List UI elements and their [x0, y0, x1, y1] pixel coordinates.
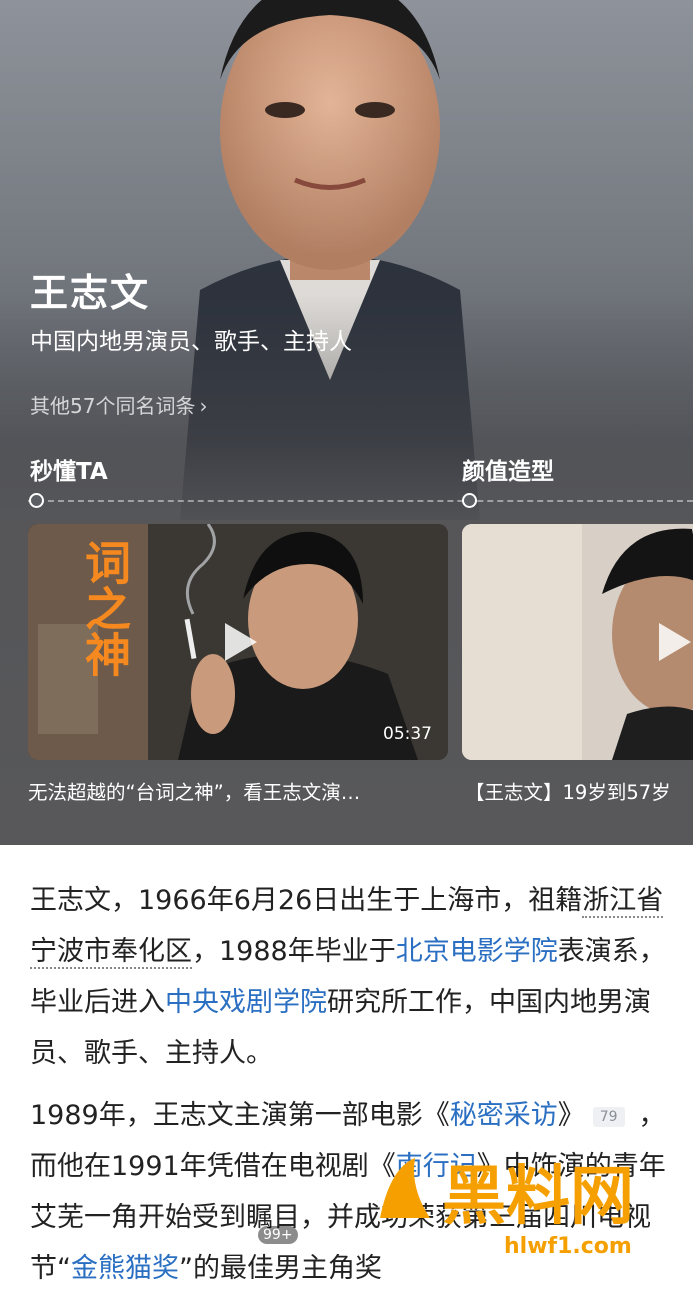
watermark-logo: 黑料网: [380, 1158, 634, 1234]
text-span: ，1988年毕业于: [192, 936, 396, 967]
same-name-label: 其他57个同名词条: [30, 394, 196, 418]
video-card[interactable]: [462, 524, 693, 760]
svg-text:台词之神: 台词之神: [78, 539, 132, 677]
text-span: 1989年，王志文主演第一部电影《: [30, 1100, 450, 1131]
secret-interview-link[interactable]: 秘密采访: [450, 1100, 558, 1131]
hero-header: 王志文 中国内地男演员、歌手、主持人 其他57个同名词条 › 秒懂TA 颜值造型 …: [0, 0, 693, 845]
text-span: 王志文，1966年6月26日出生于上海市，祖籍: [30, 885, 583, 916]
text-span: “: [57, 1253, 71, 1284]
entry-subtitle: 中国内地男演员、歌手、主持人: [30, 329, 352, 355]
text-span: ”的最佳男主角奖: [179, 1253, 382, 1284]
timeline-dot: [29, 493, 44, 508]
video-overlay-title: 台词之神: [78, 539, 132, 677]
central-academy-drama-link[interactable]: 中央戏剧学院: [165, 987, 327, 1018]
video-duration: 05:37: [383, 724, 432, 744]
same-name-entries-link[interactable]: 其他57个同名词条 ›: [30, 390, 207, 419]
beijing-film-academy-link[interactable]: 北京电影学院: [396, 936, 558, 967]
reference-badge[interactable]: 79: [592, 1106, 625, 1127]
timeline-line: [28, 500, 693, 504]
watermark-url: hlwf1.com: [504, 1234, 632, 1259]
play-icon[interactable]: [647, 617, 693, 667]
video-caption[interactable]: 无法超越的“台词之神”，看王志文演…: [28, 776, 448, 805]
timeline-dot: [462, 493, 477, 508]
video-card[interactable]: 台词之神 05:37: [28, 524, 448, 760]
unread-badge: 99+: [258, 1226, 298, 1244]
chevron-right-icon: ›: [199, 394, 208, 418]
video-caption[interactable]: 【王志文】19岁到57岁: [465, 776, 693, 805]
intro-paragraph: 王志文，1966年6月26日出生于上海市，祖籍浙江省宁波市奉化区，1988年毕业…: [30, 875, 668, 1079]
svg-text:黑料网: 黑料网: [442, 1160, 634, 1234]
golden-panda-award-link[interactable]: 金熊猫奖: [71, 1253, 179, 1284]
text-span: 》: [557, 1100, 585, 1131]
entry-name: 王志文: [30, 271, 151, 315]
play-icon[interactable]: [213, 617, 263, 667]
section-title-looks[interactable]: 颜值造型: [462, 452, 554, 486]
section-title-quick-intro[interactable]: 秒懂TA: [30, 452, 108, 486]
